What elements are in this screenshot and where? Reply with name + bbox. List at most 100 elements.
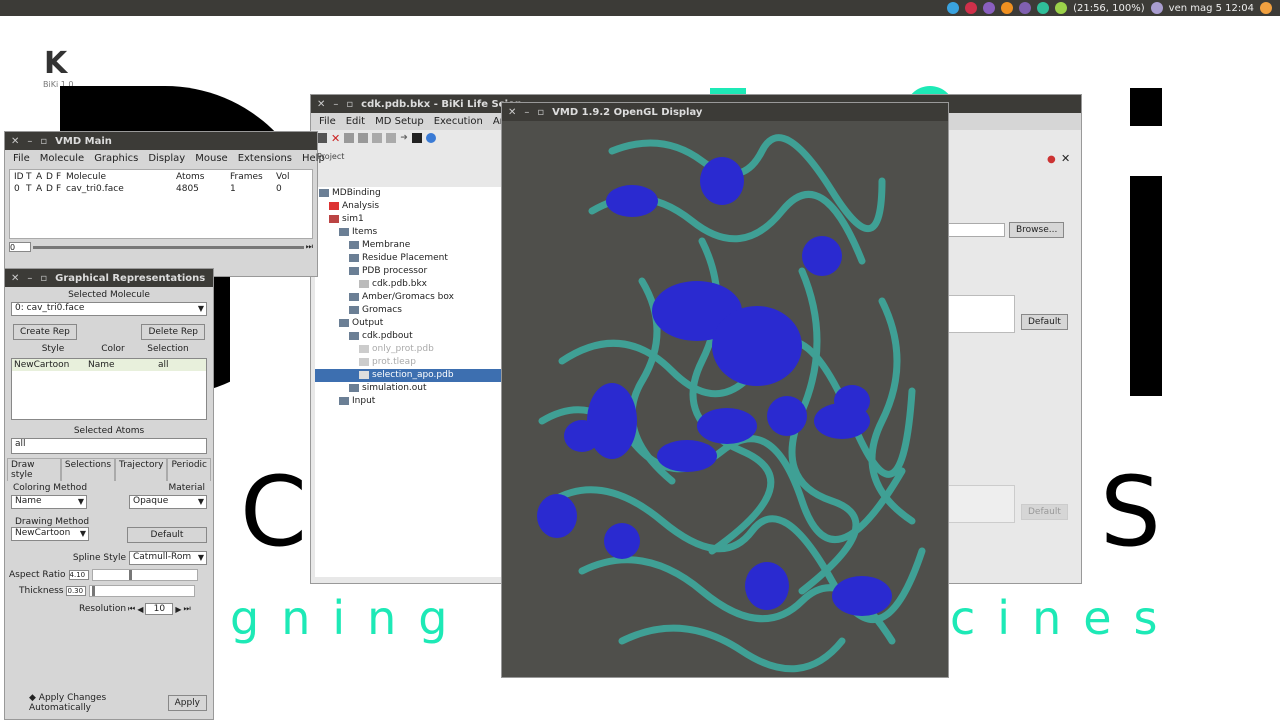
project-tree: MDBinding Analysis sim1 Items Membrane R… xyxy=(315,187,501,577)
selected-atoms-input[interactable]: all xyxy=(11,438,207,454)
rep-row[interactable]: NewCartoon Name all xyxy=(12,359,206,371)
tree-item[interactable]: Items xyxy=(315,226,501,239)
rep-list: NewCartoon Name all xyxy=(11,358,207,420)
power-icon[interactable] xyxy=(1260,2,1272,14)
menu-md-setup[interactable]: MD Setup xyxy=(375,116,424,127)
app-indicator-icon[interactable] xyxy=(947,2,960,14)
minimize-icon[interactable]: – xyxy=(27,136,32,147)
menu-molecule[interactable]: Molecule xyxy=(40,153,84,164)
minimize-icon[interactable]: – xyxy=(333,99,338,110)
file-path-field[interactable] xyxy=(947,223,1005,237)
menu-file[interactable]: File xyxy=(319,116,336,127)
default-button[interactable]: Default xyxy=(127,527,207,543)
aspect-slider[interactable] xyxy=(91,569,198,581)
delete-icon[interactable]: ✕ xyxy=(331,132,340,145)
skip-end-icon[interactable]: ⏭ xyxy=(306,242,313,252)
menu-help[interactable]: Help xyxy=(302,153,325,164)
tree-item[interactable]: Gromacs xyxy=(315,304,501,317)
tab-draw-style[interactable]: Draw style xyxy=(7,458,61,481)
menu-execution[interactable]: Execution xyxy=(434,116,483,127)
menu-extensions[interactable]: Extensions xyxy=(238,153,292,164)
paste-icon[interactable] xyxy=(358,133,369,143)
close-icon[interactable]: ✕ xyxy=(508,107,516,118)
tree-item[interactable]: Membrane xyxy=(315,239,501,252)
tab-periodic[interactable]: Periodic xyxy=(167,458,211,481)
apply-button[interactable]: Apply xyxy=(167,695,207,711)
tree-item[interactable]: only_prot.pdb xyxy=(315,343,501,356)
wifi-icon[interactable] xyxy=(1001,2,1014,14)
menu-graphics[interactable]: Graphics xyxy=(94,153,138,164)
terminal-icon[interactable] xyxy=(411,133,422,143)
minimize-icon[interactable]: – xyxy=(27,273,32,284)
thickness-slider[interactable] xyxy=(89,585,196,597)
tool-icon[interactable] xyxy=(372,133,383,143)
tree-item[interactable]: MDBinding xyxy=(315,187,501,200)
maximize-icon[interactable]: ▫ xyxy=(40,136,47,147)
col-color: Color xyxy=(101,344,125,354)
notification-icon[interactable] xyxy=(1037,2,1050,14)
close-icon[interactable]: ✕ xyxy=(317,99,325,110)
resolution-value[interactable]: 10 xyxy=(145,603,174,615)
tab-trajectory[interactable]: Trajectory xyxy=(115,458,168,481)
browse-button[interactable]: Browse... xyxy=(1009,222,1065,238)
info-icon[interactable] xyxy=(425,133,436,143)
step-forward-icon[interactable]: ▶ xyxy=(175,605,181,614)
molecule-select[interactable]: 0: cav_tri0.face ▼ xyxy=(11,302,207,316)
menu-mouse[interactable]: Mouse xyxy=(195,153,227,164)
system-tray: (21:56, 100%) ven mag 5 12:04 xyxy=(947,0,1280,16)
skip-back-icon[interactable]: ⏮ xyxy=(128,604,135,614)
run-icon[interactable]: ➜ xyxy=(400,133,408,143)
text-area[interactable] xyxy=(947,295,1015,333)
table-row[interactable]: 0 T A D F cav_tri0.face 4805 1 0 xyxy=(10,184,312,194)
menu-file[interactable]: File xyxy=(13,153,30,164)
apply-auto-label[interactable]: ◆ Apply Changes Automatically xyxy=(29,693,168,713)
tree-item[interactable]: Amber/Gromacs box xyxy=(315,291,501,304)
tree-item-selected[interactable]: selection_apo.pdb xyxy=(315,369,501,382)
aspect-value[interactable]: 4.10 xyxy=(68,570,89,580)
tree-item[interactable]: Residue Placement xyxy=(315,252,501,265)
clock[interactable]: ven mag 5 12:04 xyxy=(1169,3,1254,14)
keyboard-layout-icon[interactable] xyxy=(1019,2,1032,14)
drawing-method-select[interactable]: NewCartoon ▼ xyxy=(11,527,89,541)
tree-item[interactable]: cdk.pdb.bkx xyxy=(315,278,501,291)
step-back-icon[interactable]: ◀ xyxy=(137,605,143,614)
new-icon[interactable] xyxy=(317,133,327,143)
close-icon[interactable]: ✕ xyxy=(11,136,19,147)
tree-item[interactable]: Analysis xyxy=(315,200,501,213)
maximize-icon[interactable]: ▫ xyxy=(346,99,353,110)
volume-icon[interactable] xyxy=(1150,2,1163,14)
record-indicator-icon[interactable] xyxy=(965,2,978,14)
extension-indicator-icon[interactable] xyxy=(983,2,996,14)
frame-slider[interactable] xyxy=(33,245,304,249)
menu-display[interactable]: Display xyxy=(148,153,185,164)
panel-close-icon[interactable]: ✕ xyxy=(1061,152,1070,165)
tree-item[interactable]: Input xyxy=(315,395,501,408)
tree-item[interactable]: sim1 xyxy=(315,213,501,226)
maximize-icon[interactable]: ▫ xyxy=(40,273,47,284)
tree-item[interactable]: prot.tleap xyxy=(315,356,501,369)
copy-icon[interactable] xyxy=(344,133,355,143)
tab-selections[interactable]: Selections xyxy=(60,458,116,481)
rep-tabs: Draw style Selections Trajectory Periodi… xyxy=(7,458,211,481)
molecule-render[interactable] xyxy=(502,121,948,677)
warning-icon[interactable]: ● xyxy=(1047,154,1056,165)
close-icon[interactable]: ✕ xyxy=(11,273,19,284)
tree-item[interactable]: cdk.pdbout xyxy=(315,330,501,343)
tree-item[interactable]: Output xyxy=(315,317,501,330)
delete-rep-button[interactable]: Delete Rep xyxy=(141,324,205,340)
minimize-icon[interactable]: – xyxy=(524,107,529,118)
tree-item[interactable]: simulation.out xyxy=(315,382,501,395)
material-select[interactable]: Opaque ▼ xyxy=(129,495,207,509)
hammer-icon[interactable] xyxy=(386,133,397,143)
coloring-method-select[interactable]: Name ▼ xyxy=(11,495,87,509)
tree-item[interactable]: PDB processor xyxy=(315,265,501,278)
thickness-value[interactable]: 0.30 xyxy=(66,586,87,596)
default-button[interactable]: Default xyxy=(1021,314,1068,330)
menu-edit[interactable]: Edit xyxy=(346,116,365,127)
battery-icon[interactable] xyxy=(1055,2,1068,14)
frame-value[interactable]: 0 xyxy=(9,242,31,252)
maximize-icon[interactable]: ▫ xyxy=(537,107,544,118)
skip-forward-icon[interactable]: ⏭ xyxy=(184,604,191,614)
spline-select[interactable]: Catmull-Rom ▼ xyxy=(129,551,207,565)
create-rep-button[interactable]: Create Rep xyxy=(13,324,77,340)
